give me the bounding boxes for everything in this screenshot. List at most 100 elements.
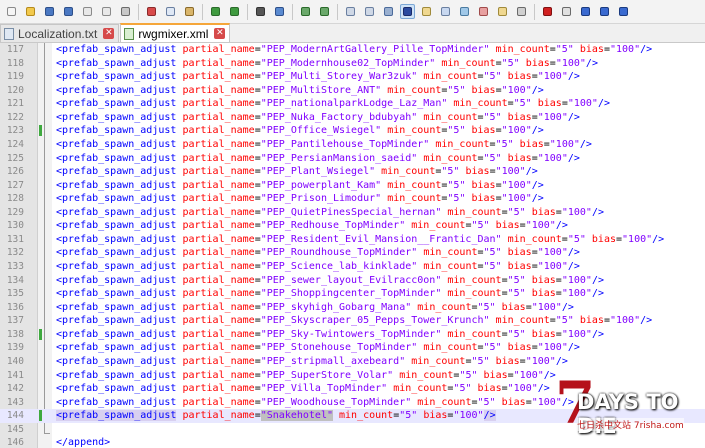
xml-tag-open: <prefab_spawn_adjust	[56, 57, 177, 69]
code-line[interactable]: 136 <prefab_spawn_adjust partial_name="PE…	[0, 301, 705, 315]
code-line[interactable]: 120 <prefab_spawn_adjust partial_name="PE…	[0, 84, 705, 98]
xml-tag-close: />	[483, 410, 496, 422]
code-line[interactable]: 129 <prefab_spawn_adjust partial_name="PE…	[0, 206, 705, 220]
print-icon	[121, 7, 130, 16]
close-tab-icon[interactable]: ✕	[214, 28, 226, 39]
line-number: 120	[6, 84, 24, 96]
toolbar-separator	[292, 3, 293, 20]
code-line[interactable]: 140 <prefab_spawn_adjust partial_name="PE…	[0, 355, 705, 369]
code-line[interactable]: 135 <prefab_spawn_adjust partial_name="PE…	[0, 287, 705, 301]
undo-icon	[211, 7, 220, 16]
xml-tag: </append>	[56, 437, 111, 448]
code-line[interactable]: 118 <prefab_spawn_adjust partial_name="PE…	[0, 57, 705, 71]
word-wrap-button[interactable]	[381, 4, 396, 19]
close-file-button[interactable]	[80, 4, 95, 19]
attribute-value: "PEP_ModernArtGallery_Pille_TopMinder"	[260, 44, 490, 55]
copy-button[interactable]	[163, 4, 178, 19]
find-icon	[256, 7, 265, 16]
xml-tag-close: />	[567, 111, 580, 123]
xml-tag-close: />	[579, 138, 592, 150]
print-button[interactable]	[118, 4, 133, 19]
undo-button[interactable]	[208, 4, 223, 19]
toolbar-separator	[247, 3, 248, 20]
attribute-name: bias	[591, 233, 616, 245]
attribute-name: bias	[477, 383, 502, 395]
attribute-value: "5"	[399, 410, 418, 422]
line-number: 127	[6, 179, 24, 191]
replace-button[interactable]	[272, 4, 287, 19]
attribute-value: "PEP_skyhigh_Gobarg_Mana"	[260, 301, 412, 313]
attribute-name: min_count	[423, 342, 478, 354]
run-macro-multiple-icon	[600, 7, 609, 16]
xml-tag-open: <prefab_spawn_adjust	[56, 166, 177, 178]
attribute-name: partial_name	[182, 396, 255, 408]
code-line[interactable]: 137 <prefab_spawn_adjust partial_name="PE…	[0, 314, 705, 328]
code-line[interactable]: 127 <prefab_spawn_adjust partial_name="PE…	[0, 179, 705, 193]
code-line[interactable]: 139 <prefab_spawn_adjust partial_name="PE…	[0, 341, 705, 355]
code-line[interactable]: 117 <prefab_spawn_adjust partial_name="PE…	[0, 43, 705, 57]
stop-record-button[interactable]	[559, 4, 574, 19]
code-line[interactable]: 134 <prefab_spawn_adjust partial_name="PE…	[0, 274, 705, 288]
show-all-chars-icon	[403, 7, 412, 16]
user-language-button[interactable]	[438, 4, 453, 19]
paste-button[interactable]	[182, 4, 197, 19]
code-line[interactable]: 119 <prefab_spawn_adjust partial_name="PE…	[0, 70, 705, 84]
run-macro-multiple-button[interactable]	[597, 4, 612, 19]
code-line[interactable]: 138 <prefab_spawn_adjust partial_name="PE…	[0, 328, 705, 342]
zoom-in-button[interactable]	[298, 4, 313, 19]
xml-tag-close: />	[561, 301, 574, 313]
code-line[interactable]: 123 <prefab_spawn_adjust partial_name="PE…	[0, 124, 705, 138]
find-button[interactable]	[253, 4, 268, 19]
code-line[interactable]: 128 <prefab_spawn_adjust partial_name="PE…	[0, 192, 705, 206]
code-line[interactable]: 122 <prefab_spawn_adjust partial_name="PE…	[0, 111, 705, 125]
attribute-value: "5"	[567, 233, 586, 245]
attribute-name: bias	[531, 274, 556, 286]
code-line[interactable]: 133 <prefab_spawn_adjust partial_name="PE…	[0, 260, 705, 274]
code-line[interactable]: 126 <prefab_spawn_adjust partial_name="PE…	[0, 165, 705, 179]
save-all-button[interactable]	[61, 4, 76, 19]
redo-button[interactable]	[227, 4, 242, 19]
sync-horizontal-button[interactable]	[362, 4, 377, 19]
xml-tag-open: <prefab_spawn_adjust	[56, 111, 177, 123]
xml-tag-open: <prefab_spawn_adjust	[56, 193, 177, 205]
line-number: 136	[6, 301, 24, 313]
line-code: <prefab_spawn_adjust partial_name="PEP_p…	[56, 179, 544, 193]
attribute-value: "100"	[567, 98, 598, 110]
attribute-value: "PEP_powerplant_Kam"	[260, 179, 382, 191]
new-file-button[interactable]	[4, 4, 19, 19]
zoom-out-button[interactable]	[317, 4, 332, 19]
attribute-value: "PEP_Skyscraper_05_Pepps_Tower_Krunch"	[260, 315, 490, 327]
close-all-button[interactable]	[99, 4, 114, 19]
code-line[interactable]: 124 <prefab_spawn_adjust partial_name="PE…	[0, 138, 705, 152]
playback-macro-button[interactable]	[578, 4, 593, 19]
cut-button[interactable]	[144, 4, 159, 19]
attribute-value: "PEP_Stonehouse_TopMinder"	[260, 342, 418, 354]
save-macro-button[interactable]	[616, 4, 631, 19]
open-file-button[interactable]	[23, 4, 38, 19]
tab-label: rwgmixer.xml	[138, 26, 209, 41]
doc-map-button[interactable]	[457, 4, 472, 19]
file-tab[interactable]: Localization.txt ✕	[0, 24, 120, 42]
zoom-out-icon	[320, 7, 329, 16]
indent-guide-button[interactable]	[419, 4, 434, 19]
show-all-chars-button[interactable]	[400, 4, 415, 19]
function-list-button[interactable]	[476, 4, 491, 19]
code-line[interactable]: 121 <prefab_spawn_adjust partial_name="PE…	[0, 97, 705, 111]
toolbar	[0, 0, 705, 24]
code-line[interactable]: 125 <prefab_spawn_adjust partial_name="PE…	[0, 152, 705, 166]
record-macro-button[interactable]	[540, 4, 555, 19]
monitoring-button[interactable]	[514, 4, 529, 19]
attribute-name: partial_name	[182, 288, 255, 300]
sync-vertical-button[interactable]	[343, 4, 358, 19]
code-line[interactable]: 130 <prefab_spawn_adjust partial_name="PE…	[0, 219, 705, 233]
save-button[interactable]	[42, 4, 57, 19]
code-line[interactable]: 131 <prefab_spawn_adjust partial_name="PE…	[0, 233, 705, 247]
redo-icon	[230, 7, 239, 16]
code-line[interactable]: 132 <prefab_spawn_adjust partial_name="PE…	[0, 246, 705, 260]
xml-tag-open: <prefab_spawn_adjust	[56, 410, 177, 422]
close-tab-icon[interactable]: ✕	[103, 28, 115, 39]
folder-workspace-button[interactable]	[495, 4, 510, 19]
file-tab[interactable]: rwgmixer.xml ✕	[120, 23, 231, 42]
attribute-name: partial_name	[182, 233, 255, 245]
toolbar-separator	[337, 3, 338, 20]
